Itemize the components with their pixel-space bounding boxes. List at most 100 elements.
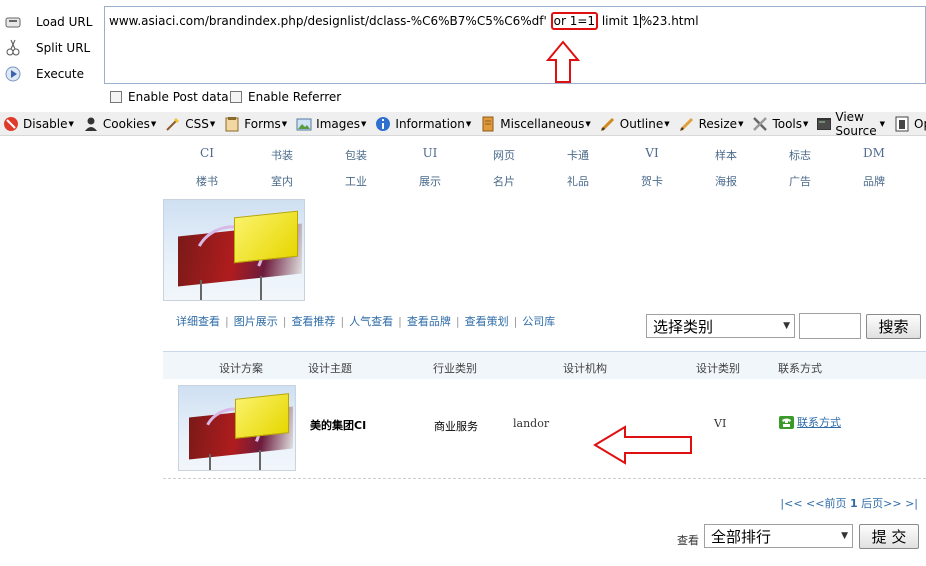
- pagination: |<< <<前页 1 后页>> >|: [780, 495, 918, 511]
- images-menu[interactable]: Images ▼: [295, 115, 366, 133]
- resize-menu[interactable]: Resize ▼: [678, 115, 743, 133]
- category-link[interactable]: 工业: [345, 173, 367, 189]
- view-source-menu[interactable]: View Source ▼: [816, 110, 885, 138]
- chevron-down-icon: ▼: [783, 321, 790, 331]
- disable-menu[interactable]: Disable ▼: [2, 115, 74, 133]
- annotation-up-arrow: [546, 40, 580, 83]
- chevron-down-icon: ▼: [664, 119, 670, 128]
- last-page-link[interactable]: >|: [905, 497, 918, 510]
- category-link[interactable]: 广告: [789, 173, 811, 189]
- category-link[interactable]: 展示: [419, 173, 441, 189]
- category-link[interactable]: 礼品: [567, 173, 589, 189]
- chevron-down-icon: ▼: [281, 119, 288, 128]
- outline-menu[interactable]: Outline ▼: [599, 115, 670, 133]
- checkbox-box[interactable]: [110, 91, 122, 103]
- category-link[interactable]: UI: [423, 146, 438, 160]
- web-developer-toolbar: Disable ▼ Cookies ▼ CSS ▼ Forms ▼ Images ▼ In…: [0, 110, 926, 138]
- contact-link[interactable]: 联系方式: [779, 414, 841, 430]
- information-menu[interactable]: Information ▼: [374, 115, 471, 133]
- search-input[interactable]: [799, 313, 861, 339]
- design-type-cell: VI: [714, 417, 727, 430]
- category-link[interactable]: 名片: [493, 173, 515, 189]
- column-header: 设计方案: [219, 362, 263, 375]
- design-theme-link[interactable]: 美的集团CI: [310, 417, 366, 433]
- forms-menu[interactable]: Forms ▼: [223, 115, 287, 133]
- forms-label: Forms: [244, 116, 281, 131]
- nav-link[interactable]: 图片展示: [234, 315, 278, 328]
- separator: |: [513, 315, 518, 328]
- execute-action[interactable]: Execute: [0, 62, 100, 86]
- category-link[interactable]: CI: [200, 146, 214, 160]
- design-thumbnail[interactable]: [178, 385, 296, 471]
- chevron-down-icon: ▼: [841, 531, 848, 541]
- checkbox-box[interactable]: [230, 91, 242, 103]
- chevron-down-icon: ▼: [585, 119, 591, 128]
- tools-icon: [751, 115, 769, 133]
- chevron-down-icon: ▼: [361, 119, 367, 128]
- first-page-link[interactable]: |<<: [780, 497, 802, 510]
- separator: |: [455, 315, 460, 328]
- category-link[interactable]: 标志: [789, 147, 811, 163]
- next-page-link[interactable]: 后页>>: [861, 497, 901, 510]
- nav-link[interactable]: 查看推荐: [291, 315, 335, 328]
- chevron-down-icon: ▼: [68, 119, 74, 128]
- billboard-air-conditioner: [235, 393, 289, 439]
- category-link[interactable]: 卡通: [567, 147, 589, 163]
- category-link[interactable]: DM: [863, 146, 885, 160]
- table-header: 设计方案 设计主题 行业类别 设计机构 设计类别 联系方式: [163, 351, 926, 379]
- ranking-select-value: 全部排行: [711, 527, 772, 546]
- load-url-action[interactable]: Load URL: [0, 10, 100, 34]
- annotation-left-arrow: [593, 425, 692, 465]
- billboard-image[interactable]: [163, 199, 305, 301]
- nav-link[interactable]: 详细查看: [176, 315, 220, 328]
- chevron-down-icon: ▼: [150, 119, 157, 128]
- information-label: Information: [395, 116, 465, 131]
- execute-icon: [2, 64, 24, 84]
- category-link[interactable]: VI: [645, 146, 658, 160]
- options-menu[interactable]: Options▼: [893, 115, 926, 133]
- category-link[interactable]: 书装: [271, 147, 293, 163]
- split-url-action[interactable]: Split URL: [0, 36, 100, 60]
- ranking-select[interactable]: 全部排行 ▼: [704, 524, 853, 548]
- category-link[interactable]: 品牌: [863, 173, 885, 189]
- miscellaneous-menu[interactable]: Miscellaneous ▼: [479, 115, 591, 133]
- category-link[interactable]: 样本: [715, 147, 737, 163]
- submit-button[interactable]: 提 交: [859, 524, 919, 549]
- separator: |: [225, 315, 229, 328]
- disable-label: Disable: [23, 116, 68, 131]
- url-textarea[interactable]: www.asiaci.com/brandindex.php/designlist…: [104, 6, 926, 84]
- nav-link[interactable]: 人气查看: [349, 315, 393, 328]
- category-link[interactable]: 楼书: [196, 173, 218, 189]
- enable-post-data-checkbox[interactable]: Enable Post data: [110, 90, 229, 104]
- column-header: 设计机构: [563, 362, 607, 375]
- search-button[interactable]: 搜索: [866, 314, 921, 339]
- prev-page-link[interactable]: <<前页: [806, 497, 846, 510]
- hackbar-panel: Load URL Split URL Execute www.asiaci.co…: [0, 0, 926, 112]
- nav-link[interactable]: 公司库: [522, 315, 555, 328]
- separator: |: [282, 315, 287, 328]
- images-label: Images: [316, 116, 361, 131]
- url-text-mid: limit 1: [598, 14, 640, 28]
- enable-referrer-checkbox[interactable]: Enable Referrer: [230, 90, 341, 104]
- load-url-icon: [2, 12, 24, 32]
- outline-icon: [599, 115, 617, 133]
- nav-link[interactable]: 查看策划: [465, 315, 509, 328]
- category-link[interactable]: 室内: [271, 173, 293, 189]
- resize-icon: [678, 115, 696, 133]
- category-select[interactable]: 选择类别 ▼: [646, 314, 795, 338]
- url-text-suffix: %23.html: [640, 14, 699, 28]
- category-link[interactable]: 网页: [493, 147, 515, 163]
- url-text-highlight: or 1=1: [550, 12, 599, 30]
- cookies-menu[interactable]: Cookies ▼: [82, 115, 156, 133]
- split-url-icon: [2, 38, 24, 58]
- category-link[interactable]: 贺卡: [641, 173, 663, 189]
- column-header: 设计主题: [308, 362, 352, 375]
- tools-menu[interactable]: Tools ▼: [751, 115, 808, 133]
- css-menu[interactable]: CSS ▼: [164, 115, 215, 133]
- separator: |: [398, 315, 402, 328]
- url-text-prefix: www.asiaci.com/brandindex.php/designlist…: [109, 14, 551, 28]
- category-link[interactable]: 海报: [715, 173, 737, 189]
- category-link[interactable]: 包装: [345, 147, 367, 163]
- nav-link[interactable]: 查看品牌: [407, 315, 451, 328]
- view-source-icon: [816, 115, 832, 133]
